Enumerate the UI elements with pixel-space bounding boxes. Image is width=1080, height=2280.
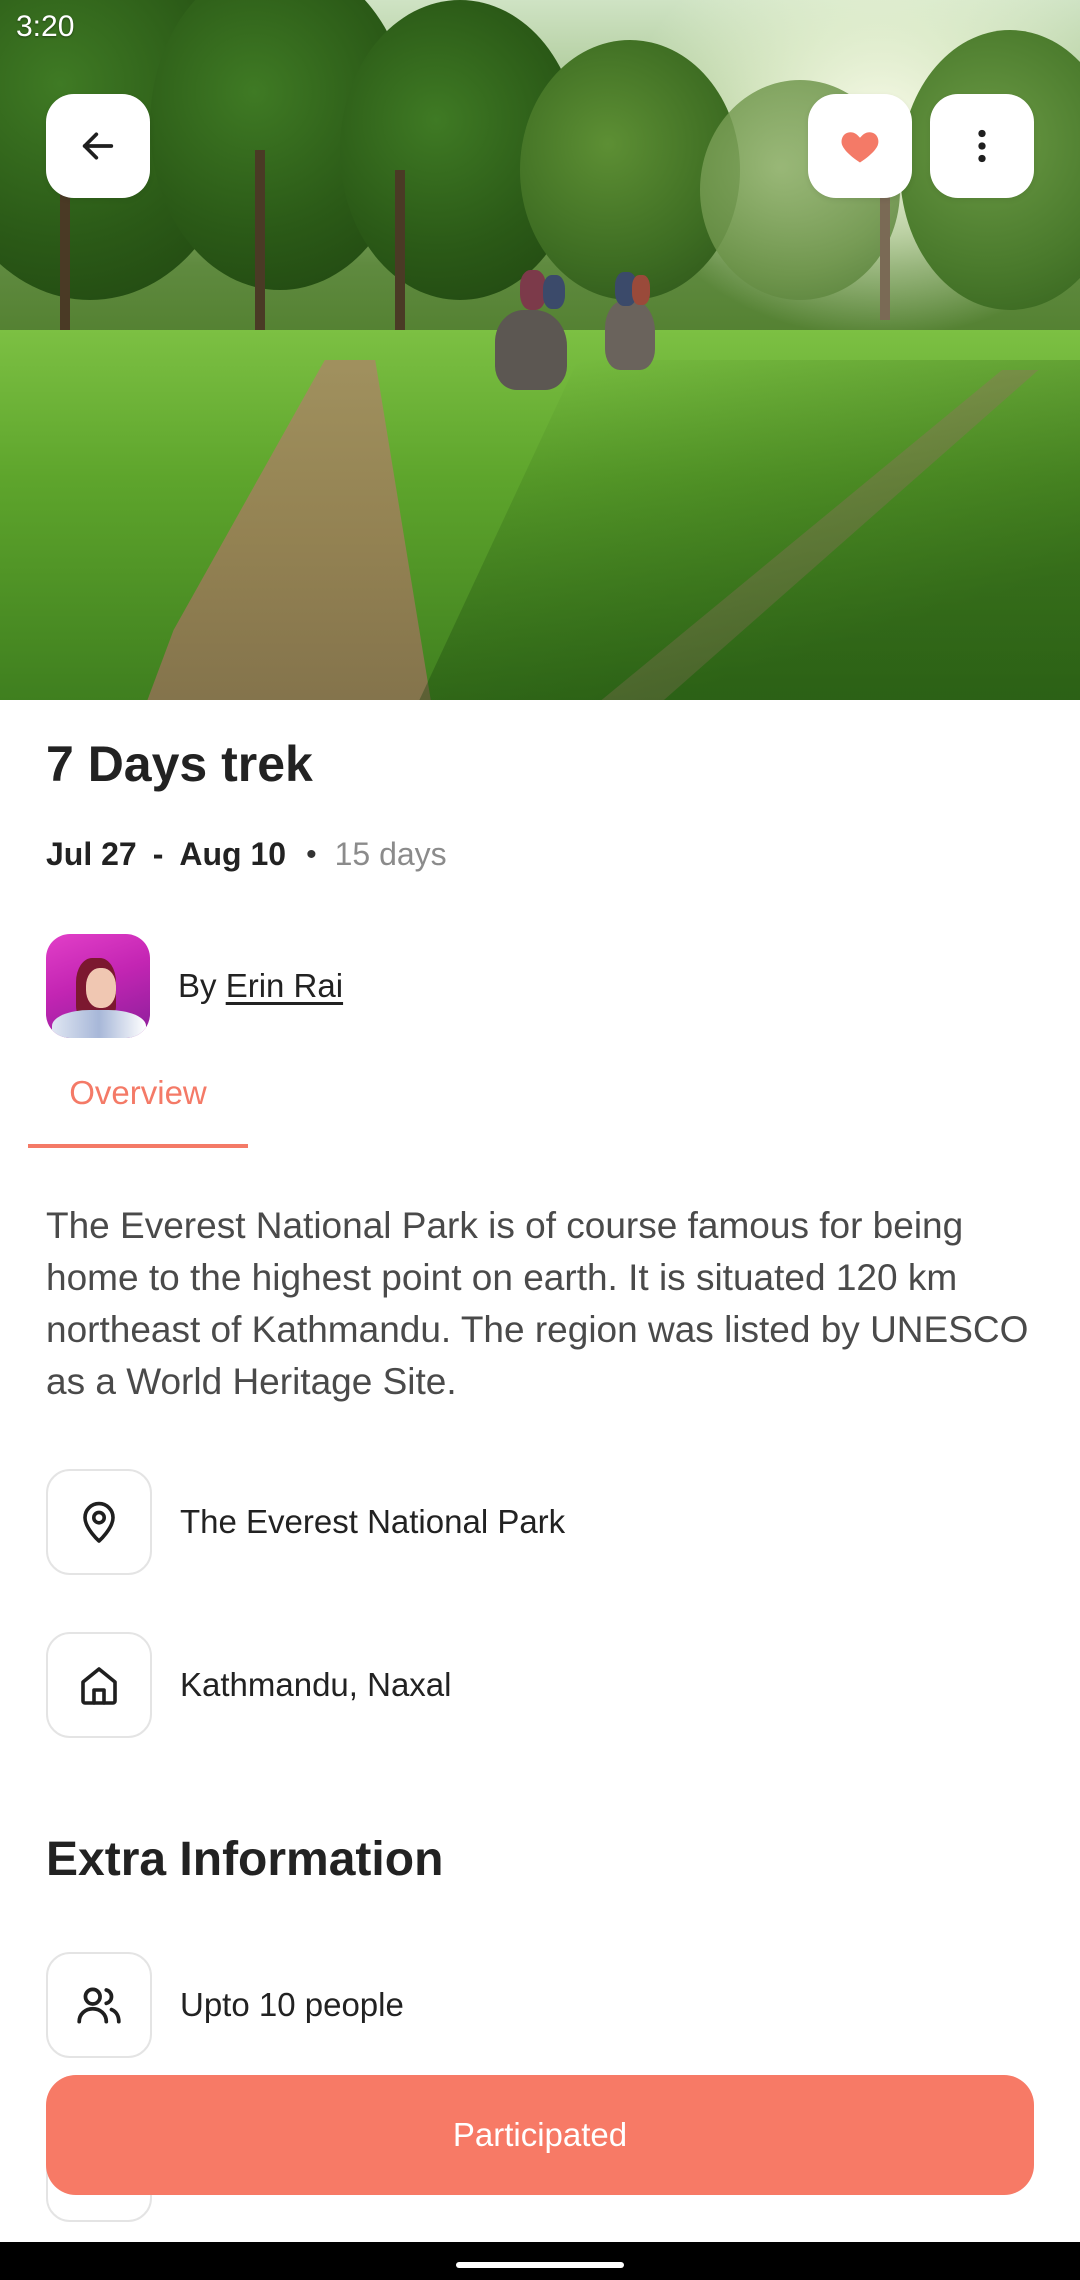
back-button[interactable] [46,94,150,198]
organizer-name-link[interactable]: Erin Rai [226,967,343,1004]
arrow-left-icon [82,132,114,160]
users-icon [77,1987,121,2024]
end-date: Aug 10 [179,836,287,872]
more-options-button[interactable] [930,94,1034,198]
participated-button[interactable]: Participated [46,2075,1034,2195]
favorite-button[interactable] [808,94,912,198]
trip-dates: Jul 27 - Aug 10 • 15 days [46,836,447,873]
address-icon-box [46,1632,152,1738]
location-label: The Everest National Park [180,1503,566,1540]
tab-overview[interactable]: Overview [28,1068,248,1148]
organizer-row: By Erin Rai [46,934,343,1038]
organizer-avatar[interactable] [46,934,150,1038]
address-row: Kathmandu, Naxal [46,1632,452,1738]
home-icon [81,1667,117,1705]
location-icon-box [46,1469,152,1575]
date-separator: - [152,836,164,872]
extra-info-heading: Extra Information [46,1833,444,1886]
home-gesture-handle[interactable] [456,2262,624,2268]
trip-duration: 15 days [334,836,447,872]
heart-icon [841,132,879,163]
capacity-label: Upto 10 people [180,1986,404,2023]
map-pin-icon [83,1501,115,1543]
capacity-row: Upto 10 people [46,1952,404,2058]
organizer-text: By Erin Rai [178,967,343,1005]
system-navigation-bar [0,2242,1080,2280]
bullet-separator: • [306,837,317,871]
more-vertical-icon [978,129,986,163]
trip-title: 7 Days trek [46,736,313,792]
trip-detail-screen: 3:20 7 Days trek Jul 27 - Aug 10 • 15 da… [0,0,1080,2280]
trip-cover-image [0,0,1080,700]
overview-description: The Everest National Park is of course f… [46,1205,1029,1402]
status-bar-time: 3:20 [16,10,75,43]
address-label: Kathmandu, Naxal [180,1666,452,1703]
location-row: The Everest National Park [46,1469,565,1575]
tab-overview-label: Overview [69,1074,207,1111]
start-date: Jul 27 [46,836,137,872]
capacity-icon-box [46,1952,152,2058]
organizer-prefix: By [178,967,217,1004]
